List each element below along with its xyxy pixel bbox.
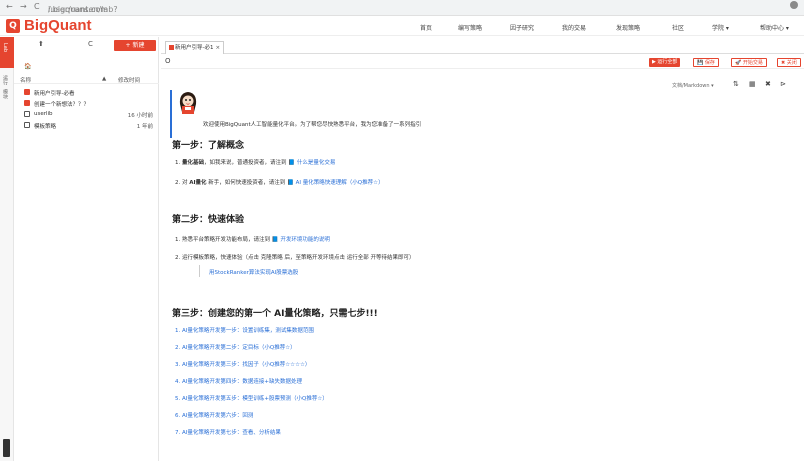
kernel-status-icon: O — [165, 57, 171, 65]
step3-item-4[interactable]: 4. AI量化策略开发第四步：数据连接+缺失数据处理 — [175, 377, 302, 385]
url-path: /user/runsen/lab? — [48, 5, 118, 14]
active-cell-bar — [170, 90, 172, 138]
folder-icon — [24, 122, 30, 128]
link-what-is-quant[interactable]: 什么是量化交易 — [297, 160, 336, 166]
step3-item-3[interactable]: 3. AI量化策略开发第三步：找因子（小Q推荐☆☆☆☆） — [175, 360, 310, 368]
avatar — [178, 90, 198, 114]
item-text: 运行模板策略，快速体验（点击 克隆策略 后，至策略开发环境点击 运行全部 开等待… — [182, 255, 415, 261]
item-bold: AI量化 — [189, 180, 207, 186]
item-text: ，如我来说，普通投资者，请注到 — [204, 160, 289, 166]
file-browser: ⬆ C + 新建 🏠 名称 ▲ 修改时间 新用户引导-必看 创建一个新想法？？？… — [14, 37, 159, 461]
save-button[interactable]: 💾 保存 — [693, 58, 719, 67]
link-stockranker[interactable]: 用StockRanker算法实现AI股票选股 — [209, 268, 298, 276]
blockquote-bar — [199, 265, 200, 277]
strip-bottom-handle[interactable] — [3, 439, 10, 457]
book-icon: 📘 — [287, 180, 294, 186]
folder-icon — [24, 111, 30, 117]
step2-item-2: 2. 运行模板策略，快速体验（点击 克隆策略 后，至策略开发环境点击 运行全部 … — [175, 253, 415, 261]
logo-icon[interactable]: Q — [6, 19, 20, 33]
notebook-tabbar: 新用户引导-必1 × — [161, 40, 804, 54]
step1-item-2: 2. 对 AI量化 新手，如何快速投资者，请注到 📘 AI 量化策略快速理解（小… — [175, 178, 384, 186]
browser-toolbar: ← → C i.bigquant.com/user/runsen/lab? — [0, 0, 804, 16]
file-name: 模板策略 — [34, 124, 57, 130]
step1-item-1: 1. 量化基础，如我来说，普通投资者，请注到 📘 什么是量化交易 — [175, 158, 335, 166]
collapse-icon[interactable]: ⊳ — [780, 80, 786, 88]
nav-write-strategy[interactable]: 编写策略 — [458, 23, 482, 32]
tab-notebook[interactable]: 新用户引导-必1 × — [165, 41, 225, 54]
sort-icon[interactable]: ▲ — [102, 76, 106, 82]
file-row[interactable]: 新用户引导-必看 — [14, 88, 159, 97]
close-icon[interactable]: × — [215, 45, 220, 51]
app-header: Q BigQuant 首页 编写策略 因子研究 我的交易 发现策略 社区 学院 … — [0, 16, 804, 36]
notebook-icon — [24, 100, 30, 106]
step2-title: 第二步：快速体验 — [172, 215, 245, 225]
notebook-icon — [169, 45, 174, 50]
refresh-icon[interactable]: C — [88, 40, 93, 48]
reload-icon[interactable]: C — [34, 2, 40, 11]
item-prefix: 1. — [175, 237, 182, 243]
file-row[interactable]: 模板策略 1 年前 — [14, 121, 159, 130]
step2-item-1: 1. 熟悉平台策略开发功能布局，请注到 📘 开发环境功能的说明 — [175, 235, 330, 243]
item-text: 熟悉平台策略开发功能布局，请注到 — [182, 237, 272, 243]
step3-item-1[interactable]: 1. AI量化策略开发第一步：设置训练集，测试集数据范围 — [175, 326, 314, 334]
step1-title: 第一步：了解概念 — [172, 141, 245, 151]
nav-factor-research[interactable]: 因子研究 — [510, 23, 534, 32]
file-browser-toolbar: ⬆ C + 新建 — [14, 37, 159, 51]
step3-item-7[interactable]: 7. AI量化策略开发第七步：查看、分析结果 — [175, 428, 281, 436]
forward-icon[interactable]: → — [20, 2, 27, 11]
modules-tab[interactable]: 模块 — [2, 89, 9, 99]
files-tab[interactable]: Lab — [0, 37, 14, 68]
file-time: 16 小时前 — [127, 113, 153, 119]
run-all-button[interactable]: ▶ 运行全部 — [649, 58, 681, 67]
notebook-content: 欢迎使用BigQuant人工智能量化平台。为了帮您尽快熟悉平台，我为您准备了一系… — [161, 90, 804, 461]
move-icon[interactable]: ⇅ — [733, 80, 739, 88]
welcome-text: 欢迎使用BigQuant人工智能量化平台。为了帮您尽快熟悉平台，我为您准备了一系… — [203, 122, 422, 128]
notebook-toolbar: O ▶ 运行全部 💾 保存 🚀 开始交易 ✖ 关闭 — [161, 55, 804, 69]
notebook-icon — [24, 89, 30, 95]
tab-label: 新用户引导-必1 — [175, 45, 214, 51]
files-tab-label: Lab — [2, 43, 8, 53]
file-name: 新用户引导-必看 — [34, 91, 75, 97]
left-activity-bar: Lab 运行 模块 — [0, 37, 14, 461]
home-icon[interactable]: 🏠 — [24, 63, 31, 70]
file-time: 1 年前 — [136, 124, 153, 130]
file-row[interactable]: userlib 16 小时前 — [14, 110, 159, 119]
item-prefix: 2. 对 — [175, 180, 190, 186]
running-tab[interactable]: 运行 — [2, 75, 9, 85]
nav-my-trades[interactable]: 我的交易 — [562, 23, 586, 32]
step3-item-2[interactable]: 2. AI量化策略开发第二步：定目标（小Q推荐☆） — [175, 343, 296, 351]
item-text: 新手，如何快速投资者，请注到 — [206, 180, 288, 186]
delete-icon[interactable]: ✖ — [765, 80, 771, 88]
link-dev-env-guide[interactable]: 开发环境功能的说明 — [280, 237, 330, 243]
nav-help-center[interactable]: 帮助中心 ▾ — [760, 23, 789, 32]
col-modified[interactable]: 修改时间 — [118, 76, 140, 84]
file-list-header: 名称 ▲ 修改时间 — [14, 75, 159, 84]
file-row[interactable]: 创建一个新想法？？？ — [14, 99, 159, 108]
profile-icon[interactable] — [790, 1, 798, 9]
close-notebook-button[interactable]: ✖ 关闭 — [777, 58, 801, 67]
item-bold: 量化基础 — [182, 160, 205, 166]
start-trade-button[interactable]: 🚀 开始交易 — [731, 58, 767, 67]
new-button[interactable]: + 新建 — [114, 40, 156, 51]
step3-item-6[interactable]: 6. AI量化策略开发第六步：回测 — [175, 411, 253, 419]
nav-academy[interactable]: 学院 ▾ — [712, 23, 729, 32]
item-prefix: 1. — [175, 160, 182, 166]
file-name: userlib — [34, 111, 53, 117]
step3-title: 第三步：创建您的第一个 AI量化策略，只需七步!!! — [172, 309, 378, 319]
nav-community[interactable]: 社区 — [672, 23, 684, 32]
item-prefix: 2. — [175, 255, 182, 261]
col-name[interactable]: 名称 — [20, 76, 31, 84]
step3-item-5[interactable]: 5. AI量化策略开发第五步：模型训练+股票预测（小Q推荐☆） — [175, 394, 328, 402]
logo-text[interactable]: BigQuant — [24, 17, 92, 34]
book-icon: 📘 — [288, 160, 296, 166]
upload-icon[interactable]: ⬆ — [38, 40, 44, 48]
nav-home[interactable]: 首页 — [420, 23, 432, 32]
cell-type-select[interactable]: 文档/Markdown ▾ — [672, 82, 714, 89]
file-name: 创建一个新想法？？？ — [34, 102, 90, 108]
grid-icon[interactable]: ▦ — [749, 80, 756, 88]
book-icon: 📘 — [271, 237, 279, 243]
link-ai-quick-guide[interactable]: AI 量化策略快速理解（小Q推荐☆） — [296, 180, 384, 186]
back-icon[interactable]: ← — [6, 2, 13, 11]
nav-discover[interactable]: 发现策略 — [616, 23, 640, 32]
